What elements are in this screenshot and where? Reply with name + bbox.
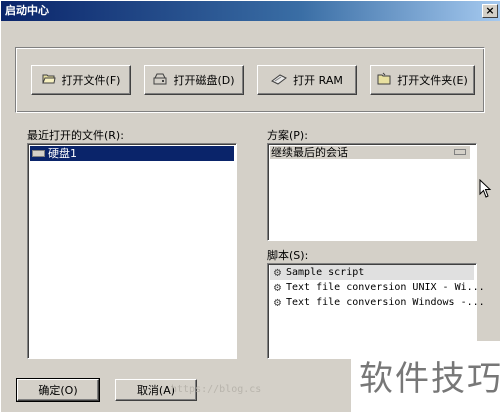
watermark-text: 软件技巧 bbox=[359, 359, 500, 399]
recent-file-item[interactable]: 硬盘1 bbox=[30, 146, 234, 161]
recent-file-label: 硬盘1 bbox=[48, 147, 77, 160]
script-item[interactable]: ⚙ Text file conversion UNIX - Wi... bbox=[270, 280, 485, 295]
ram-chip-icon bbox=[271, 73, 288, 88]
session-icon bbox=[454, 149, 466, 155]
open-ram-button[interactable]: 打开 RAM bbox=[257, 65, 357, 95]
cancel-label: 取消(A) bbox=[136, 384, 176, 397]
recent-files-list[interactable]: 硬盘1 bbox=[27, 143, 237, 359]
ok-button[interactable]: 确定(O) bbox=[16, 378, 100, 402]
scheme-list[interactable]: 继续最后的会话 bbox=[267, 143, 477, 241]
script-item[interactable]: ⚙ Text file conversion Windows -... bbox=[270, 295, 485, 310]
recent-files-label: 最近打开的文件(R): bbox=[27, 129, 124, 142]
mouse-cursor-icon bbox=[479, 179, 492, 198]
folder-open-icon bbox=[41, 73, 56, 88]
scheme-label: 方案(P): bbox=[267, 129, 308, 142]
start-center-window: 启动中心 × 打开文件(F) 打开磁盘(D) 打开 RAM 打开文件夹(E) 最… bbox=[0, 0, 500, 412]
hard-drive-icon bbox=[32, 150, 45, 157]
close-button[interactable]: × bbox=[482, 4, 498, 18]
gear-icon: ⚙ bbox=[273, 265, 282, 279]
folder-icon bbox=[377, 72, 391, 88]
script-item-label: Text file conversion UNIX - Wi... bbox=[286, 282, 485, 293]
open-folder-label: 打开文件夹(E) bbox=[397, 74, 468, 87]
ok-label: 确定(O) bbox=[38, 384, 78, 397]
window-title: 启动中心 bbox=[5, 4, 49, 17]
url-watermark: https://blog.cs bbox=[171, 384, 262, 395]
open-file-label: 打开文件(F) bbox=[61, 74, 121, 87]
gear-icon: ⚙ bbox=[273, 280, 282, 294]
close-icon: × bbox=[485, 4, 495, 17]
script-item-label: Sample script bbox=[286, 267, 365, 278]
scheme-item-label: 继续最后的会话 bbox=[271, 146, 348, 159]
title-bar[interactable]: 启动中心 × bbox=[1, 1, 500, 21]
disk-icon bbox=[153, 73, 167, 88]
scheme-item[interactable]: 继续最后的会话 bbox=[270, 146, 470, 159]
open-file-button[interactable]: 打开文件(F) bbox=[31, 65, 131, 95]
script-item[interactable]: ⚙ Sample script bbox=[270, 265, 474, 280]
open-disk-label: 打开磁盘(D) bbox=[173, 74, 235, 87]
script-item-label: Text file conversion Windows -... bbox=[286, 297, 485, 308]
open-disk-button[interactable]: 打开磁盘(D) bbox=[144, 65, 244, 95]
open-folder-button[interactable]: 打开文件夹(E) bbox=[370, 65, 475, 95]
scripts-label: 脚本(S): bbox=[267, 249, 309, 262]
gear-icon: ⚙ bbox=[273, 295, 282, 309]
open-ram-label: 打开 RAM bbox=[293, 74, 343, 87]
